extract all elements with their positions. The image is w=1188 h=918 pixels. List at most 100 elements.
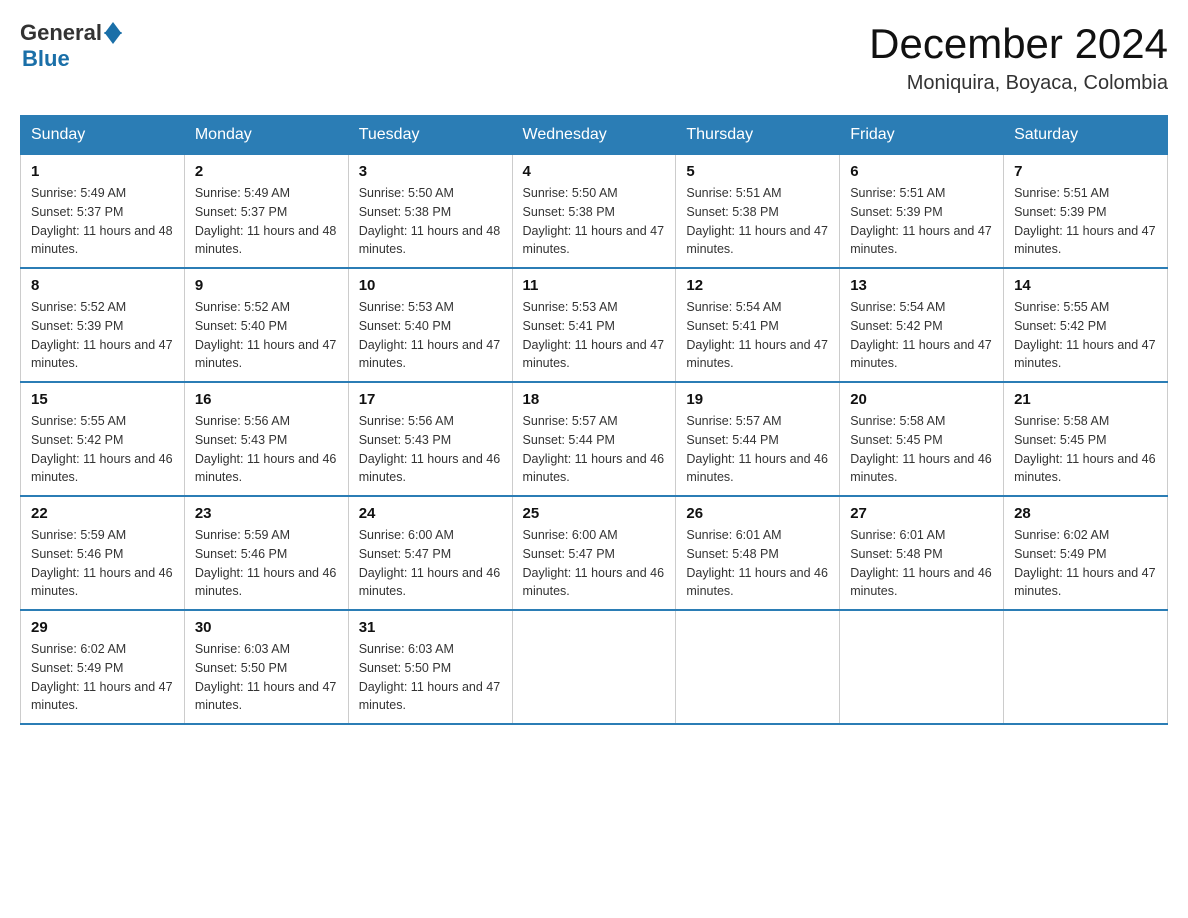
day-number: 24 <box>359 505 502 522</box>
calendar-day-cell: 26 Sunrise: 6:01 AM Sunset: 5:48 PM Dayl… <box>676 496 840 610</box>
day-number: 2 <box>195 163 338 180</box>
day-number: 10 <box>359 277 502 294</box>
day-info: Sunrise: 5:56 AM Sunset: 5:43 PM Dayligh… <box>195 412 338 487</box>
day-info: Sunrise: 5:53 AM Sunset: 5:40 PM Dayligh… <box>359 298 502 373</box>
day-info: Sunrise: 5:54 AM Sunset: 5:41 PM Dayligh… <box>686 298 829 373</box>
day-info: Sunrise: 6:01 AM Sunset: 5:48 PM Dayligh… <box>686 526 829 601</box>
day-number: 18 <box>523 391 666 408</box>
day-info: Sunrise: 5:52 AM Sunset: 5:40 PM Dayligh… <box>195 298 338 373</box>
day-info: Sunrise: 6:02 AM Sunset: 5:49 PM Dayligh… <box>31 640 174 715</box>
day-number: 22 <box>31 505 174 522</box>
day-of-week-header: Wednesday <box>512 116 676 155</box>
logo-general-text: General <box>20 20 102 46</box>
day-info: Sunrise: 5:55 AM Sunset: 5:42 PM Dayligh… <box>31 412 174 487</box>
calendar-day-cell: 1 Sunrise: 5:49 AM Sunset: 5:37 PM Dayli… <box>21 155 185 269</box>
day-number: 13 <box>850 277 993 294</box>
calendar-day-cell <box>1004 610 1168 724</box>
day-of-week-header: Monday <box>184 116 348 155</box>
calendar-day-cell: 21 Sunrise: 5:58 AM Sunset: 5:45 PM Dayl… <box>1004 382 1168 496</box>
day-number: 23 <box>195 505 338 522</box>
location-subtitle: Moniquira, Boyaca, Colombia <box>869 72 1168 95</box>
day-info: Sunrise: 5:57 AM Sunset: 5:44 PM Dayligh… <box>523 412 666 487</box>
day-number: 16 <box>195 391 338 408</box>
page-header: General Blue December 2024 Moniquira, Bo… <box>20 20 1168 95</box>
calendar-day-cell: 18 Sunrise: 5:57 AM Sunset: 5:44 PM Dayl… <box>512 382 676 496</box>
day-number: 17 <box>359 391 502 408</box>
calendar-day-cell: 4 Sunrise: 5:50 AM Sunset: 5:38 PM Dayli… <box>512 155 676 269</box>
day-number: 26 <box>686 505 829 522</box>
day-info: Sunrise: 5:50 AM Sunset: 5:38 PM Dayligh… <box>359 184 502 259</box>
calendar-day-cell: 19 Sunrise: 5:57 AM Sunset: 5:44 PM Dayl… <box>676 382 840 496</box>
day-number: 25 <box>523 505 666 522</box>
day-number: 27 <box>850 505 993 522</box>
day-of-week-header: Saturday <box>1004 116 1168 155</box>
calendar-day-cell: 30 Sunrise: 6:03 AM Sunset: 5:50 PM Dayl… <box>184 610 348 724</box>
day-info: Sunrise: 6:02 AM Sunset: 5:49 PM Dayligh… <box>1014 526 1157 601</box>
day-info: Sunrise: 5:58 AM Sunset: 5:45 PM Dayligh… <box>1014 412 1157 487</box>
calendar-day-cell: 29 Sunrise: 6:02 AM Sunset: 5:49 PM Dayl… <box>21 610 185 724</box>
calendar-day-cell: 2 Sunrise: 5:49 AM Sunset: 5:37 PM Dayli… <box>184 155 348 269</box>
day-info: Sunrise: 5:55 AM Sunset: 5:42 PM Dayligh… <box>1014 298 1157 373</box>
day-number: 30 <box>195 619 338 636</box>
calendar-day-cell: 3 Sunrise: 5:50 AM Sunset: 5:38 PM Dayli… <box>348 155 512 269</box>
day-info: Sunrise: 6:03 AM Sunset: 5:50 PM Dayligh… <box>359 640 502 715</box>
calendar-week-row: 8 Sunrise: 5:52 AM Sunset: 5:39 PM Dayli… <box>21 268 1168 382</box>
calendar-day-cell: 28 Sunrise: 6:02 AM Sunset: 5:49 PM Dayl… <box>1004 496 1168 610</box>
calendar-day-cell: 25 Sunrise: 6:00 AM Sunset: 5:47 PM Dayl… <box>512 496 676 610</box>
day-info: Sunrise: 5:59 AM Sunset: 5:46 PM Dayligh… <box>31 526 174 601</box>
logo-blue-text: Blue <box>22 46 70 72</box>
day-info: Sunrise: 5:59 AM Sunset: 5:46 PM Dayligh… <box>195 526 338 601</box>
calendar-header-row: SundayMondayTuesdayWednesdayThursdayFrid… <box>21 116 1168 155</box>
calendar-week-row: 22 Sunrise: 5:59 AM Sunset: 5:46 PM Dayl… <box>21 496 1168 610</box>
day-of-week-header: Friday <box>840 116 1004 155</box>
calendar-day-cell: 7 Sunrise: 5:51 AM Sunset: 5:39 PM Dayli… <box>1004 155 1168 269</box>
day-number: 11 <box>523 277 666 294</box>
day-number: 9 <box>195 277 338 294</box>
day-info: Sunrise: 6:01 AM Sunset: 5:48 PM Dayligh… <box>850 526 993 601</box>
calendar-week-row: 1 Sunrise: 5:49 AM Sunset: 5:37 PM Dayli… <box>21 155 1168 269</box>
day-number: 19 <box>686 391 829 408</box>
day-number: 7 <box>1014 163 1157 180</box>
calendar-table: SundayMondayTuesdayWednesdayThursdayFrid… <box>20 115 1168 725</box>
day-info: Sunrise: 5:49 AM Sunset: 5:37 PM Dayligh… <box>31 184 174 259</box>
day-info: Sunrise: 5:57 AM Sunset: 5:44 PM Dayligh… <box>686 412 829 487</box>
calendar-day-cell: 16 Sunrise: 5:56 AM Sunset: 5:43 PM Dayl… <box>184 382 348 496</box>
calendar-day-cell <box>512 610 676 724</box>
calendar-day-cell: 22 Sunrise: 5:59 AM Sunset: 5:46 PM Dayl… <box>21 496 185 610</box>
calendar-day-cell: 9 Sunrise: 5:52 AM Sunset: 5:40 PM Dayli… <box>184 268 348 382</box>
calendar-day-cell: 5 Sunrise: 5:51 AM Sunset: 5:38 PM Dayli… <box>676 155 840 269</box>
day-info: Sunrise: 5:51 AM Sunset: 5:39 PM Dayligh… <box>1014 184 1157 259</box>
calendar-day-cell: 15 Sunrise: 5:55 AM Sunset: 5:42 PM Dayl… <box>21 382 185 496</box>
day-info: Sunrise: 5:49 AM Sunset: 5:37 PM Dayligh… <box>195 184 338 259</box>
day-number: 4 <box>523 163 666 180</box>
day-info: Sunrise: 5:52 AM Sunset: 5:39 PM Dayligh… <box>31 298 174 373</box>
month-year-title: December 2024 <box>869 20 1168 68</box>
calendar-day-cell: 27 Sunrise: 6:01 AM Sunset: 5:48 PM Dayl… <box>840 496 1004 610</box>
calendar-day-cell <box>676 610 840 724</box>
calendar-day-cell: 24 Sunrise: 6:00 AM Sunset: 5:47 PM Dayl… <box>348 496 512 610</box>
day-number: 20 <box>850 391 993 408</box>
day-number: 1 <box>31 163 174 180</box>
calendar-day-cell: 10 Sunrise: 5:53 AM Sunset: 5:40 PM Dayl… <box>348 268 512 382</box>
day-number: 28 <box>1014 505 1157 522</box>
calendar-day-cell: 23 Sunrise: 5:59 AM Sunset: 5:46 PM Dayl… <box>184 496 348 610</box>
calendar-week-row: 15 Sunrise: 5:55 AM Sunset: 5:42 PM Dayl… <box>21 382 1168 496</box>
day-info: Sunrise: 6:00 AM Sunset: 5:47 PM Dayligh… <box>523 526 666 601</box>
day-number: 12 <box>686 277 829 294</box>
logo: General Blue <box>20 20 122 72</box>
calendar-day-cell: 14 Sunrise: 5:55 AM Sunset: 5:42 PM Dayl… <box>1004 268 1168 382</box>
day-info: Sunrise: 6:00 AM Sunset: 5:47 PM Dayligh… <box>359 526 502 601</box>
calendar-day-cell: 13 Sunrise: 5:54 AM Sunset: 5:42 PM Dayl… <box>840 268 1004 382</box>
day-number: 14 <box>1014 277 1157 294</box>
day-number: 3 <box>359 163 502 180</box>
calendar-day-cell: 12 Sunrise: 5:54 AM Sunset: 5:41 PM Dayl… <box>676 268 840 382</box>
day-info: Sunrise: 5:56 AM Sunset: 5:43 PM Dayligh… <box>359 412 502 487</box>
calendar-day-cell: 6 Sunrise: 5:51 AM Sunset: 5:39 PM Dayli… <box>840 155 1004 269</box>
title-section: December 2024 Moniquira, Boyaca, Colombi… <box>869 20 1168 95</box>
calendar-day-cell: 31 Sunrise: 6:03 AM Sunset: 5:50 PM Dayl… <box>348 610 512 724</box>
calendar-week-row: 29 Sunrise: 6:02 AM Sunset: 5:49 PM Dayl… <box>21 610 1168 724</box>
day-number: 8 <box>31 277 174 294</box>
calendar-day-cell: 11 Sunrise: 5:53 AM Sunset: 5:41 PM Dayl… <box>512 268 676 382</box>
calendar-day-cell <box>840 610 1004 724</box>
calendar-day-cell: 20 Sunrise: 5:58 AM Sunset: 5:45 PM Dayl… <box>840 382 1004 496</box>
